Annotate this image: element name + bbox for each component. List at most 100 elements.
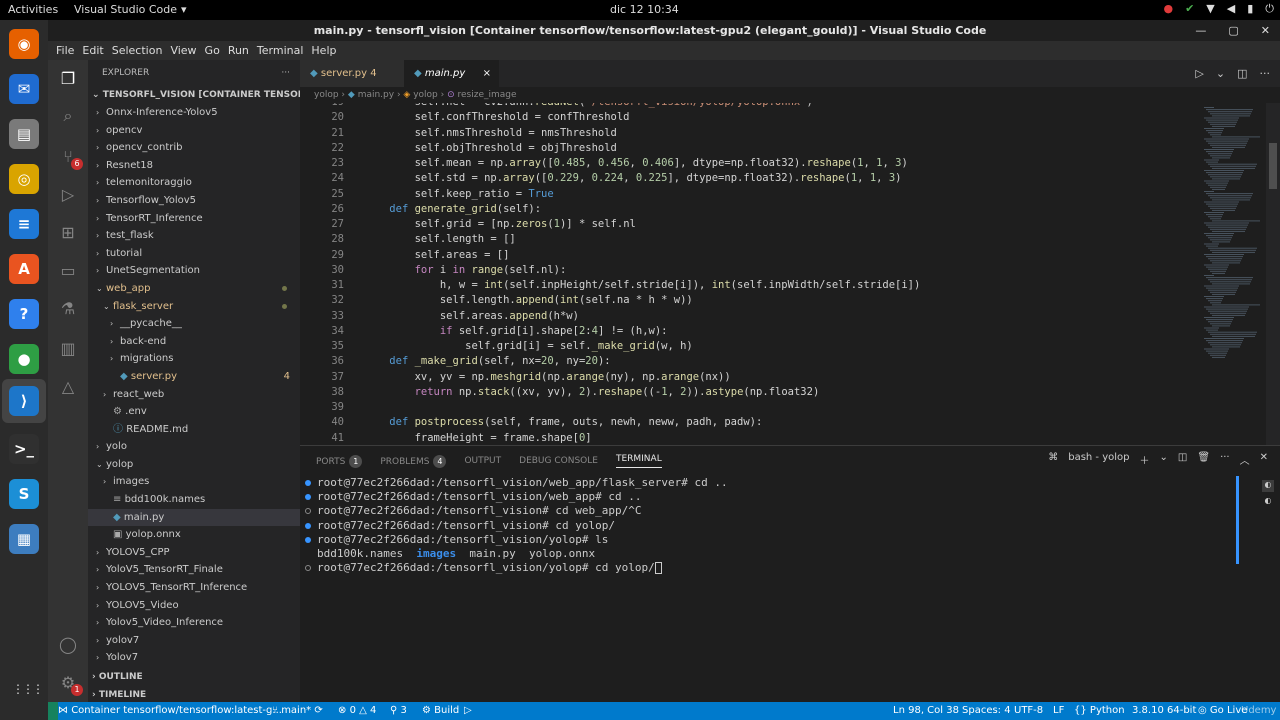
go-live[interactable]: ◎ Go Live — [1198, 702, 1247, 720]
app-menu[interactable]: Visual Studio Code ▾ — [74, 3, 187, 16]
folder-item[interactable]: › migrations — [88, 350, 300, 368]
code-line[interactable]: 34 if self.grid[i].shape[2:4] != (h,w): — [300, 324, 1200, 339]
vscode-icon[interactable]: ⟩ — [2, 379, 46, 423]
chevron-down-icon[interactable]: ⌄ — [1216, 60, 1225, 87]
remote-indicator[interactable] — [48, 702, 58, 720]
writer-icon[interactable]: ≡ — [8, 208, 40, 240]
command-decoration-icon[interactable] — [305, 565, 311, 572]
debug-icon[interactable]: ▷ — [464, 702, 472, 720]
breadcrumb-item[interactable]: yolop — [314, 90, 339, 100]
close-tab-icon[interactable]: × — [483, 60, 491, 87]
code-line[interactable]: 35 self.grid[i] = self._make_grid(w, h) — [300, 339, 1200, 354]
trash-icon[interactable]: 🗑 — [1197, 452, 1210, 467]
folder-item[interactable]: › tutorial — [88, 245, 300, 263]
command-decoration-icon[interactable] — [305, 508, 311, 515]
code-line[interactable]: 20 self.confThreshold = confThreshold — [300, 110, 1200, 125]
breadcrumb-item[interactable]: resize_image — [458, 90, 517, 100]
command-decoration-icon[interactable] — [305, 494, 311, 501]
menu-item-terminal[interactable]: Terminal — [253, 44, 308, 57]
sync-icon[interactable]: ⟳ — [314, 705, 322, 716]
encoding[interactable]: UTF-8 — [1014, 702, 1043, 720]
extensions-icon[interactable]: ⊞ — [56, 220, 80, 244]
folder-item[interactable]: › yolov7 — [88, 632, 300, 650]
code-line[interactable]: 30 for i in range(self.nl): — [300, 263, 1200, 278]
terminal-shell-label[interactable]: bash - yolop — [1068, 452, 1129, 467]
menu-item-go[interactable]: Go — [201, 44, 224, 57]
code-line[interactable]: 21 self.nmsThreshold = nmsThreshold — [300, 126, 1200, 141]
code-line[interactable]: 36 def _make_grid(self, nx=20, ny=20): — [300, 354, 1200, 369]
maximize-panel-icon[interactable]: ︿ — [1240, 452, 1250, 467]
breadcrumb-item[interactable]: main.py — [358, 90, 394, 100]
panel-tab-debug-console[interactable]: DEBUG CONSOLE — [519, 456, 598, 466]
rhythmbox-icon[interactable]: ◎ — [8, 163, 40, 195]
menu-item-help[interactable]: Help — [307, 44, 340, 57]
folder-item[interactable]: › YoloV5_TensorRT_Finale — [88, 561, 300, 579]
settings-gear-icon[interactable]: ⚙ 1 — [56, 670, 83, 696]
help-icon[interactable]: ? — [8, 298, 40, 330]
folder-item[interactable]: › UnetSegmentation — [88, 262, 300, 280]
more-actions-icon[interactable]: ··· — [1260, 60, 1271, 87]
cursor-position[interactable]: Ln 98, Col 38 — [893, 702, 959, 720]
tab-main-py[interactable]: ◆ main.py × — [404, 60, 499, 87]
close-panel-icon[interactable]: ✕ — [1260, 452, 1268, 467]
terminal-output[interactable]: root@77ec2f266dad:/tensorfl_vision/web_a… — [300, 476, 1230, 575]
run-debug-icon[interactable]: ▷ — [56, 182, 80, 206]
panel-tab-output[interactable]: OUTPUT — [464, 456, 501, 466]
code-line[interactable]: 29 self.areas = [] — [300, 248, 1200, 263]
folder-item[interactable]: ⌄ flask_server — [88, 298, 300, 316]
workspace-root[interactable]: ⌄ TENSORFL_VISION [CONTAINER TENSORFL... — [88, 86, 300, 104]
new-terminal-icon[interactable]: ＋ — [1140, 452, 1150, 467]
folder-item[interactable]: › Yolov7 — [88, 649, 300, 667]
problems-status[interactable]: ⊗ 0 △ 4 — [338, 702, 376, 720]
testing-icon[interactable]: ⚗ — [56, 296, 80, 320]
ports-status[interactable]: ⚲ 3 — [390, 702, 407, 720]
terminal-instance-icon[interactable]: ◐ — [1262, 480, 1274, 492]
explorer-icon[interactable]: ❐ — [56, 66, 80, 90]
code-line[interactable]: 22 self.objThreshold = objThreshold — [300, 141, 1200, 156]
menu-item-view[interactable]: View — [166, 44, 200, 57]
folder-item[interactable]: › test_flask — [88, 227, 300, 245]
deploy-icon[interactable]: △ — [56, 374, 80, 398]
show-apps-grid-icon[interactable]: ⋮⋮⋮ — [12, 682, 44, 696]
folder-item[interactable]: › YOLOV5_TensorRT_Inference — [88, 579, 300, 597]
code-line[interactable]: 24 self.std = np.array([0.229, 0.224, 0.… — [300, 171, 1200, 186]
record-icon[interactable]: ● — [1163, 2, 1173, 16]
editor-scrollbar[interactable] — [1266, 103, 1280, 445]
update-icon[interactable]: ✔ — [1185, 2, 1194, 16]
folder-item[interactable]: › __pycache__ — [88, 315, 300, 333]
chrome-icon[interactable]: ● — [8, 343, 40, 375]
thunderbird-icon[interactable]: ✉ — [8, 73, 40, 105]
firefox-icon[interactable]: ◉ — [8, 28, 40, 60]
minimap[interactable] — [1200, 103, 1266, 445]
menu-item-edit[interactable]: Edit — [78, 44, 107, 57]
code-line[interactable]: 23 self.mean = np.array([0.485, 0.456, 0… — [300, 156, 1200, 171]
account-icon[interactable]: ◯ — [56, 632, 80, 656]
folder-item[interactable]: › opencv — [88, 122, 300, 140]
run-icon[interactable]: ▷ — [1195, 60, 1203, 87]
panel-tab-problems[interactable]: PROBLEMS 4 — [380, 454, 447, 468]
folder-item[interactable]: › TensorRT_Inference — [88, 210, 300, 228]
menu-item-file[interactable]: File — [52, 44, 78, 57]
folder-item[interactable]: › YOLOV5_CPP — [88, 544, 300, 562]
wifi-icon[interactable]: ▼ — [1206, 2, 1214, 16]
folder-item[interactable]: › Yolov5_Video_Inference — [88, 614, 300, 632]
scrollbar-thumb[interactable] — [1269, 143, 1277, 189]
code-line[interactable]: 26 def generate_grid(self): — [300, 202, 1200, 217]
command-decoration-icon[interactable] — [305, 536, 311, 543]
code-line[interactable]: 38 return np.stack((xv, yv), 2).reshape(… — [300, 385, 1200, 400]
indentation[interactable]: Spaces: 4 — [962, 702, 1011, 720]
battery-icon[interactable]: ▮ — [1247, 2, 1253, 16]
code-line[interactable]: 25 self.keep_ratio = True — [300, 187, 1200, 202]
more-actions-icon[interactable]: ··· — [1220, 452, 1230, 467]
close-icon[interactable]: ✕ — [1261, 20, 1270, 41]
folder-item[interactable]: › react_web — [88, 386, 300, 404]
code-editor[interactable]: 19 self.net = cv2.dnn.readNet('/tensorfl… — [300, 103, 1200, 445]
code-line[interactable]: 37 xv, yv = np.meshgrid(np.arange(ny), n… — [300, 370, 1200, 385]
code-line[interactable]: 27 self.grid = [np.zeros(1)] * self.nl — [300, 217, 1200, 232]
system-tray[interactable]: ● ✔ ▼ ◀ ▮ ⏻ — [1163, 2, 1274, 16]
folder-item[interactable]: › opencv_contrib — [88, 139, 300, 157]
terminal-scrollbar[interactable] — [1236, 476, 1239, 564]
folder-item[interactable]: › Resnet18 — [88, 157, 300, 175]
activities-button[interactable]: Activities — [8, 3, 58, 16]
code-line[interactable]: 28 self.length = [] — [300, 232, 1200, 247]
